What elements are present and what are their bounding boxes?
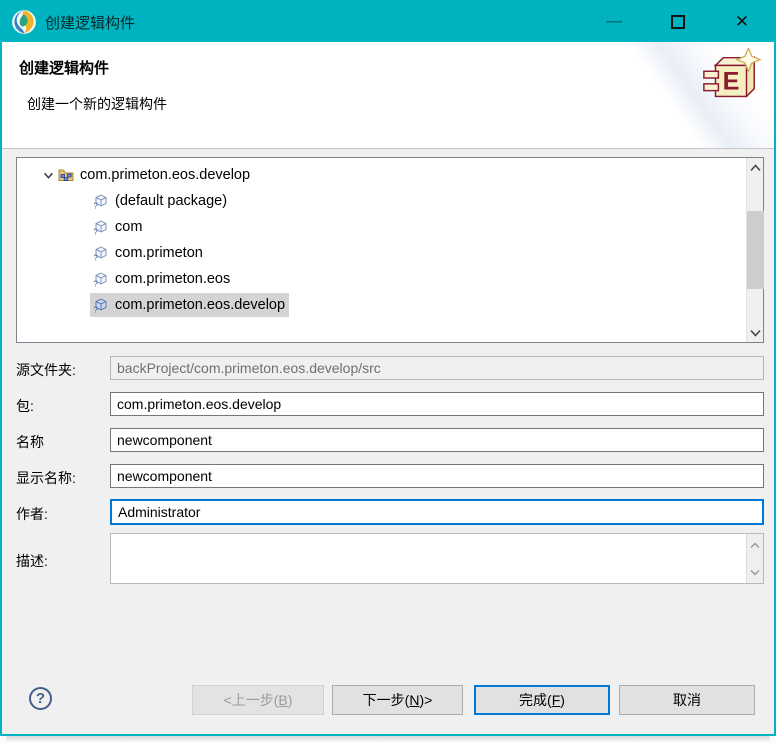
page-title: 创建逻辑构件 (19, 57, 109, 78)
title-bar[interactable]: 创建逻辑构件 — ✕ (2, 2, 774, 42)
svg-text:?: ? (94, 202, 99, 210)
maximize-button[interactable] (646, 2, 710, 42)
scroll-up-button[interactable] (747, 534, 763, 556)
svg-text:?: ? (94, 228, 99, 236)
scroll-down-button[interactable] (747, 561, 763, 583)
description-scrollbar[interactable] (746, 534, 763, 583)
package-icon: ? (93, 271, 109, 287)
tree-scrollbar[interactable] (746, 158, 763, 342)
tree-item-label: com.primeton.eos (115, 271, 230, 287)
minimize-button[interactable]: — (582, 2, 646, 42)
name-label: 名称 (16, 432, 44, 452)
back-button: <上一步(B) (192, 685, 324, 715)
chevron-up-icon (750, 542, 760, 549)
logic-component-wizard-icon: E (700, 48, 762, 110)
package-icon: ? (93, 245, 109, 261)
window-shadow (6, 736, 770, 742)
page-subtitle: 创建一个新的逻辑构件 (27, 94, 167, 114)
tree-item-label: com.primeton.eos.develop (115, 297, 285, 313)
scrollbar-thumb[interactable] (747, 211, 764, 289)
svg-text:E: E (723, 68, 740, 96)
description-field[interactable] (110, 533, 764, 584)
tree-item-com-primeton-eos[interactable]: ? com.primeton.eos (17, 266, 745, 292)
chevron-down-icon (750, 329, 761, 337)
wizard-banner: 创建逻辑构件 创建一个新的逻辑构件 E (2, 42, 774, 149)
tree-item-com[interactable]: ? com (17, 214, 745, 240)
name-field[interactable] (110, 428, 764, 452)
svg-text:?: ? (94, 306, 99, 314)
tree-item-com-primeton-eos-develop[interactable]: ? com.primeton.eos.develop (17, 292, 745, 318)
author-field[interactable] (110, 499, 764, 525)
chevron-down-icon[interactable] (41, 168, 55, 182)
scroll-down-button[interactable] (747, 323, 764, 342)
tree-item-label: (default package) (115, 193, 227, 209)
tree-item-label: com (115, 219, 142, 235)
source-folder-field (110, 356, 764, 380)
scroll-up-button[interactable] (747, 158, 764, 177)
display-name-field[interactable] (110, 464, 764, 488)
window-title: 创建逻辑构件 (45, 12, 135, 33)
finish-button[interactable]: 完成(F) (474, 685, 610, 715)
tree-item-label: com.primeton.eos.develop (80, 167, 250, 183)
chevron-down-icon (750, 569, 760, 576)
package-icon: ? (93, 219, 109, 235)
svg-text:?: ? (94, 254, 99, 262)
description-value[interactable] (111, 534, 746, 583)
close-button[interactable]: ✕ (710, 2, 774, 42)
question-icon: ? (36, 690, 45, 707)
package-field[interactable] (110, 392, 764, 416)
author-label: 作者: (16, 504, 48, 524)
source-folder-label: 源文件夹: (16, 360, 76, 380)
dialog-window: 创建逻辑构件 — ✕ 创建逻辑构件 创建一个新的逻辑构件 E (0, 0, 776, 736)
tree-item-project[interactable]: com.primeton.eos.develop (17, 162, 745, 188)
package-label: 包: (16, 396, 34, 416)
primeton-logo-icon (11, 9, 37, 35)
next-button[interactable]: 下一步(N)> (332, 685, 463, 715)
display-name-label: 显示名称: (16, 468, 76, 488)
tree-item-com-primeton[interactable]: ? com.primeton (17, 240, 745, 266)
description-label: 描述: (16, 551, 48, 571)
chevron-up-icon (750, 164, 761, 172)
package-icon: ? (93, 297, 109, 313)
svg-text:?: ? (94, 280, 99, 288)
java-project-icon (58, 167, 74, 183)
close-icon: ✕ (735, 12, 749, 32)
package-tree[interactable]: com.primeton.eos.develop ? (default pack… (16, 157, 764, 343)
tree-item-label: com.primeton (115, 245, 203, 261)
tree-item-default-package[interactable]: ? (default package) (17, 188, 745, 214)
package-icon: ? (93, 193, 109, 209)
minimize-icon: — (606, 13, 622, 31)
cancel-button[interactable]: 取消 (619, 685, 755, 715)
help-button[interactable]: ? (29, 687, 52, 710)
selected-tree-item[interactable]: ? com.primeton.eos.develop (90, 293, 289, 317)
maximize-icon (671, 15, 685, 29)
